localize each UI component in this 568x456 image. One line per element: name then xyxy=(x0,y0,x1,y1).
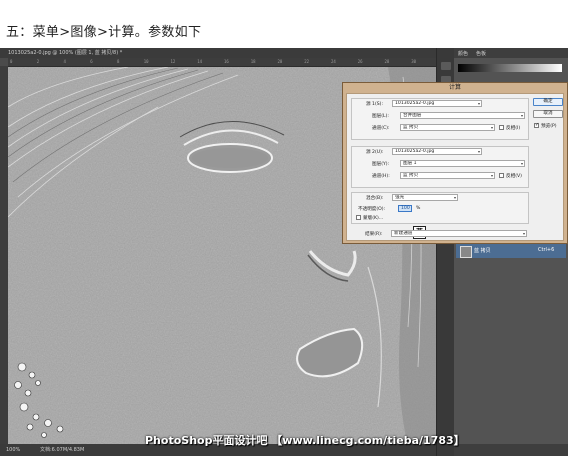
source2-channel-select[interactable]: 蓝 拷贝 ▾ xyxy=(400,172,495,179)
ruler-tick-label: 8 xyxy=(117,59,120,64)
ruler-tick-label: 0 xyxy=(10,59,13,64)
history-icon[interactable] xyxy=(441,62,451,70)
chevron-down-icon: ▾ xyxy=(477,101,480,106)
tab-swatches[interactable]: 色板 xyxy=(476,50,486,57)
ruler-tick-label: 22 xyxy=(304,59,310,64)
mask-checkbox[interactable] xyxy=(356,215,361,220)
chevron-down-icon: ▾ xyxy=(522,231,525,236)
opacity-input[interactable]: 100 xyxy=(398,205,412,212)
vertical-ruler[interactable] xyxy=(0,66,8,446)
preview-label: 预览(P) xyxy=(541,124,557,129)
color-panel-tabs: 颜色 色板 xyxy=(454,48,568,58)
source1-label: 源 1(S): xyxy=(366,102,384,107)
percent-sign: % xyxy=(416,206,421,211)
chevron-down-icon: ▾ xyxy=(477,149,480,154)
panel-footer xyxy=(454,444,568,456)
source2-layer-select[interactable]: 图层 1 ▾ xyxy=(400,160,525,167)
source2-channel-label: 通道(H): xyxy=(372,174,390,179)
ruler-tick-label: 24 xyxy=(331,59,336,64)
blending-label: 混合(B): xyxy=(366,196,384,201)
chevron-down-icon: ▾ xyxy=(490,125,493,130)
source2-invert-label: 反相(V) xyxy=(506,174,522,179)
ruler-tick-label: 12 xyxy=(170,59,176,64)
tutorial-caption: 五：菜单>图像>计算。参数如下 xyxy=(6,25,202,40)
blending-mode-select[interactable]: 强光 ▾ xyxy=(392,194,458,201)
tab-color[interactable]: 颜色 xyxy=(458,50,468,57)
source2-label: 源 2(U): xyxy=(366,150,384,155)
mask-label[interactable]: 蒙版(K)... xyxy=(363,215,383,221)
photoshop-window: 1013025a2-0.jpg @ 100% (图层 1, 蓝 拷贝/8) * … xyxy=(0,48,568,456)
chevron-down-icon: ▾ xyxy=(490,173,493,178)
channel-name: 蓝 拷贝 xyxy=(474,248,491,254)
ruler-tick-label: 14 xyxy=(197,59,203,64)
ruler-tick-label: 16 xyxy=(224,59,229,64)
ruler-tick-label: 30 xyxy=(411,59,417,64)
ruler-tick-label: 6 xyxy=(90,59,93,64)
source1-invert-checkbox[interactable] xyxy=(499,125,504,130)
ruler-tick-label: 20 xyxy=(277,59,283,64)
opacity-label: 不透明度(O): xyxy=(358,207,386,212)
source1-layer-select[interactable]: 合并图层 ▾ xyxy=(400,112,525,119)
ruler-tick-label: 18 xyxy=(250,59,256,64)
cancel-button[interactable]: 取消 xyxy=(533,110,563,118)
document-tab[interactable]: 1013025a2-0.jpg @ 100% (图层 1, 蓝 拷贝/8) * xyxy=(0,48,436,58)
source2-file-select[interactable]: 1013025a2-0.jpg ▾ xyxy=(392,148,482,155)
preview-checkbox[interactable] xyxy=(534,122,539,128)
result-select[interactable]: 新建通道 ▾ xyxy=(391,230,527,237)
source1-invert-label: 反相(I) xyxy=(506,126,521,131)
channel-thumbnail xyxy=(460,246,472,258)
source2-group: 源 2(U): 1013025a2-0.jpg ▾ 图层(Y): 图层 1 ▾ 通道… xyxy=(351,146,529,188)
source1-file-select[interactable]: 1013025a2-0.jpg ▾ xyxy=(392,100,482,107)
ruler-tick-label: 26 xyxy=(357,59,363,64)
ok-button[interactable]: 确定 xyxy=(533,98,563,106)
horizontal-ruler[interactable]: 0 2 4 6 8 10 12 14 16 18 20 22 24 26 28 30 xyxy=(8,58,436,67)
source1-group: 源 1(S): 1013025a2-0.jpg ▾ 图层(L): 合并图层 ▾ 通道… xyxy=(351,98,529,140)
ruler-tick-label: 28 xyxy=(384,59,390,64)
source1-layer-label: 图层(L): xyxy=(372,114,389,119)
chevron-down-icon: ▾ xyxy=(453,195,456,200)
chevron-down-icon: ▾ xyxy=(520,161,523,166)
dialog-title: 计算 xyxy=(448,84,461,91)
dialog-body: 源 1(S): 1013025a2-0.jpg ▾ 图层(L): 合并图层 ▾ 通道… xyxy=(346,93,564,241)
result-label: 结果(R): xyxy=(365,232,383,237)
blending-group: 混合(B): 强光 ▾ 不透明度(O): 100 % 蒙版(K)... xyxy=(351,192,529,224)
color-ramp[interactable] xyxy=(458,64,562,72)
source2-invert-checkbox[interactable] xyxy=(499,173,504,178)
document-size: 文档:6.07M/4.83M xyxy=(40,447,85,453)
channel-row-selected[interactable]: 蓝 拷贝 Ctrl+6 xyxy=(456,244,566,258)
channel-shortcut: Ctrl+6 xyxy=(538,247,555,253)
source1-channel-select[interactable]: 蓝 拷贝 ▾ xyxy=(400,124,495,131)
chevron-down-icon: ▾ xyxy=(520,113,523,118)
ruler-tick-label: 10 xyxy=(143,59,149,64)
source2-layer-label: 图层(Y): xyxy=(372,162,390,167)
ruler-tick-label: 4 xyxy=(63,59,66,64)
ruler-tick-label: 2 xyxy=(36,59,40,64)
calculations-dialog: 计算 源 1(S): 1013025a2-0.jpg ▾ 图层(L): 合并图层 ▾… xyxy=(342,82,568,244)
watermark-text: PhotoShop平面设计吧 【www.linecg.com/tieba/178… xyxy=(145,434,465,447)
zoom-level[interactable]: 100% xyxy=(6,444,20,456)
source1-channel-label: 通道(C): xyxy=(372,126,390,131)
